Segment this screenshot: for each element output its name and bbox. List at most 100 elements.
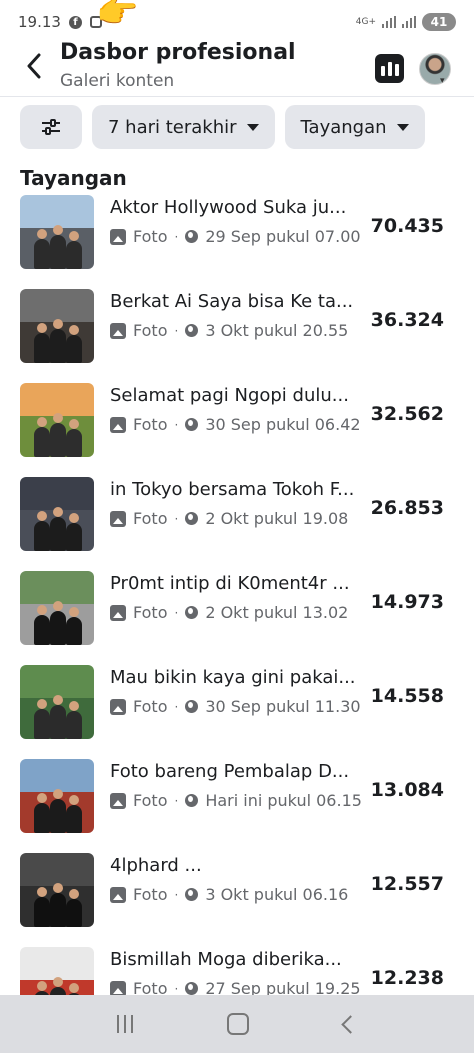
post-views: 36.324 — [370, 309, 444, 331]
home-button[interactable] — [227, 1013, 250, 1035]
post-thumbnail — [20, 665, 94, 739]
post-time: 30 Sep pukul 06.42 — [205, 415, 361, 434]
post-thumbnail — [20, 289, 94, 363]
metric-dropdown[interactable]: Tayangan — [284, 105, 425, 149]
separator-dot: · — [174, 981, 179, 996]
content-row[interactable]: Mau bikin kaya gini pakai... Foto · 30 Sep … — [0, 663, 474, 757]
post-views: 12.238 — [370, 967, 444, 989]
post-thumbnail — [20, 195, 94, 269]
post-views: 70.435 — [370, 215, 444, 237]
post-type: Foto — [133, 509, 168, 528]
globe-icon — [185, 418, 199, 431]
filter-settings-button[interactable] — [20, 105, 82, 149]
network-type: 4G+ — [355, 17, 376, 27]
post-thumbnail — [20, 477, 94, 551]
separator-dot: · — [174, 605, 179, 620]
content-list: Aktor Hollywood Suka ju... Foto · 29 Sep pu… — [0, 193, 474, 1039]
photo-icon — [110, 792, 126, 809]
profile-avatar[interactable] — [419, 53, 451, 85]
post-title: 4lphard ... — [110, 855, 202, 876]
post-views: 32.562 — [370, 403, 444, 425]
recents-button[interactable] — [117, 1015, 134, 1033]
separator-dot: · — [174, 699, 179, 714]
post-title: in Tokyo bersama Tokoh F... — [110, 479, 355, 500]
insights-button[interactable] — [375, 54, 404, 83]
post-time: 3 Okt pukul 20.55 — [205, 321, 349, 340]
post-type: Foto — [133, 885, 168, 904]
separator-dot: · — [174, 229, 179, 244]
content-row[interactable]: Foto bareng Pembalap D... Foto · Hari ini p… — [0, 757, 474, 851]
photo-icon — [110, 416, 126, 433]
facebook-notification-icon: f — [68, 15, 82, 29]
post-type: Foto — [133, 791, 168, 810]
globe-icon — [185, 606, 199, 619]
app-header: Dasbor profesional Galeri konten ▾ — [0, 36, 474, 96]
pointing-hand-icon: 👉 — [96, 0, 139, 31]
photo-icon — [110, 604, 126, 621]
post-meta: Foto · 30 Sep pukul 11.30 — [110, 697, 361, 716]
post-title: Berkat Ai Saya bisa Ke ta... — [110, 291, 354, 312]
chevron-down-icon: ▾ — [440, 76, 445, 86]
content-row[interactable]: Pr0mt intip di K0ment4r ... Foto · 2 Okt pu… — [0, 569, 474, 663]
globe-icon — [185, 794, 199, 807]
post-views: 14.973 — [370, 591, 444, 613]
content-row[interactable]: Selamat pagi Ngopi dulu... Foto · 30 Sep pu… — [0, 381, 474, 475]
post-title: Mau bikin kaya gini pakai... — [110, 667, 356, 688]
filter-bar: 7 hari terakhir Tayangan — [20, 105, 425, 149]
post-meta: Foto · 2 Okt pukul 13.02 — [110, 603, 348, 622]
sliders-icon — [42, 119, 60, 135]
content-row[interactable]: in Tokyo bersama Tokoh F... Foto · 2 Okt pu… — [0, 475, 474, 569]
content-row[interactable]: Berkat Ai Saya bisa Ke ta... Foto · 3 Okt p… — [0, 287, 474, 381]
post-type: Foto — [133, 697, 168, 716]
signal-2-icon — [402, 16, 416, 28]
arrow-left-icon — [27, 53, 41, 79]
separator-dot: · — [174, 887, 179, 902]
post-thumbnail — [20, 571, 94, 645]
photo-icon — [110, 698, 126, 715]
post-type: Foto — [133, 227, 168, 246]
globe-icon — [185, 324, 199, 337]
system-navigation-bar — [0, 995, 474, 1053]
separator-dot: · — [174, 323, 179, 338]
separator-dot: · — [174, 793, 179, 808]
post-type: Foto — [133, 415, 168, 434]
post-meta: Foto · 29 Sep pukul 07.00 — [110, 227, 361, 246]
status-right: 4G+ 41 — [356, 13, 456, 31]
photo-icon — [110, 228, 126, 245]
post-meta: Foto · 2 Okt pukul 19.08 — [110, 509, 348, 528]
post-time: 29 Sep pukul 07.00 — [205, 227, 361, 246]
separator-dot: · — [174, 417, 179, 432]
post-views: 13.084 — [370, 779, 444, 801]
post-type: Foto — [133, 321, 168, 340]
post-meta: Foto · Hari ini pukul 06.15 — [110, 791, 362, 810]
globe-icon — [185, 982, 199, 995]
nav-back-button[interactable] — [341, 1014, 360, 1034]
post-views: 14.558 — [370, 685, 444, 707]
globe-icon — [185, 230, 199, 243]
post-time: 3 Okt pukul 06.16 — [205, 885, 349, 904]
date-range-dropdown[interactable]: 7 hari terakhir — [92, 105, 275, 149]
status-time: 19.13 — [18, 13, 61, 31]
post-type: Foto — [133, 603, 168, 622]
globe-icon — [185, 512, 199, 525]
post-views: 12.557 — [370, 873, 444, 895]
back-button[interactable] — [20, 48, 48, 84]
post-title: Pr0mt intip di K0ment4r ... — [110, 573, 350, 594]
post-time: Hari ini pukul 06.15 — [205, 791, 362, 810]
post-title: Foto bareng Pembalap D... — [110, 761, 350, 782]
photo-icon — [110, 322, 126, 339]
post-thumbnail — [20, 383, 94, 457]
globe-icon — [185, 888, 199, 901]
post-title: Aktor Hollywood Suka ju... — [110, 197, 347, 218]
post-thumbnail — [20, 853, 94, 927]
post-thumbnail — [20, 759, 94, 833]
metric-label: Tayangan — [300, 116, 387, 138]
caret-down-icon — [396, 123, 409, 131]
post-time: 2 Okt pukul 19.08 — [205, 509, 349, 528]
post-meta: Foto · 3 Okt pukul 20.55 — [110, 321, 348, 340]
content-row[interactable]: 4lphard ... Foto · 3 Okt pukul 06.16 12.557 — [0, 851, 474, 945]
header-divider — [0, 96, 474, 97]
post-views: 26.853 — [370, 497, 444, 519]
status-left: 19.13 f — [18, 13, 102, 31]
content-row[interactable]: Aktor Hollywood Suka ju... Foto · 29 Sep pu… — [0, 193, 474, 287]
